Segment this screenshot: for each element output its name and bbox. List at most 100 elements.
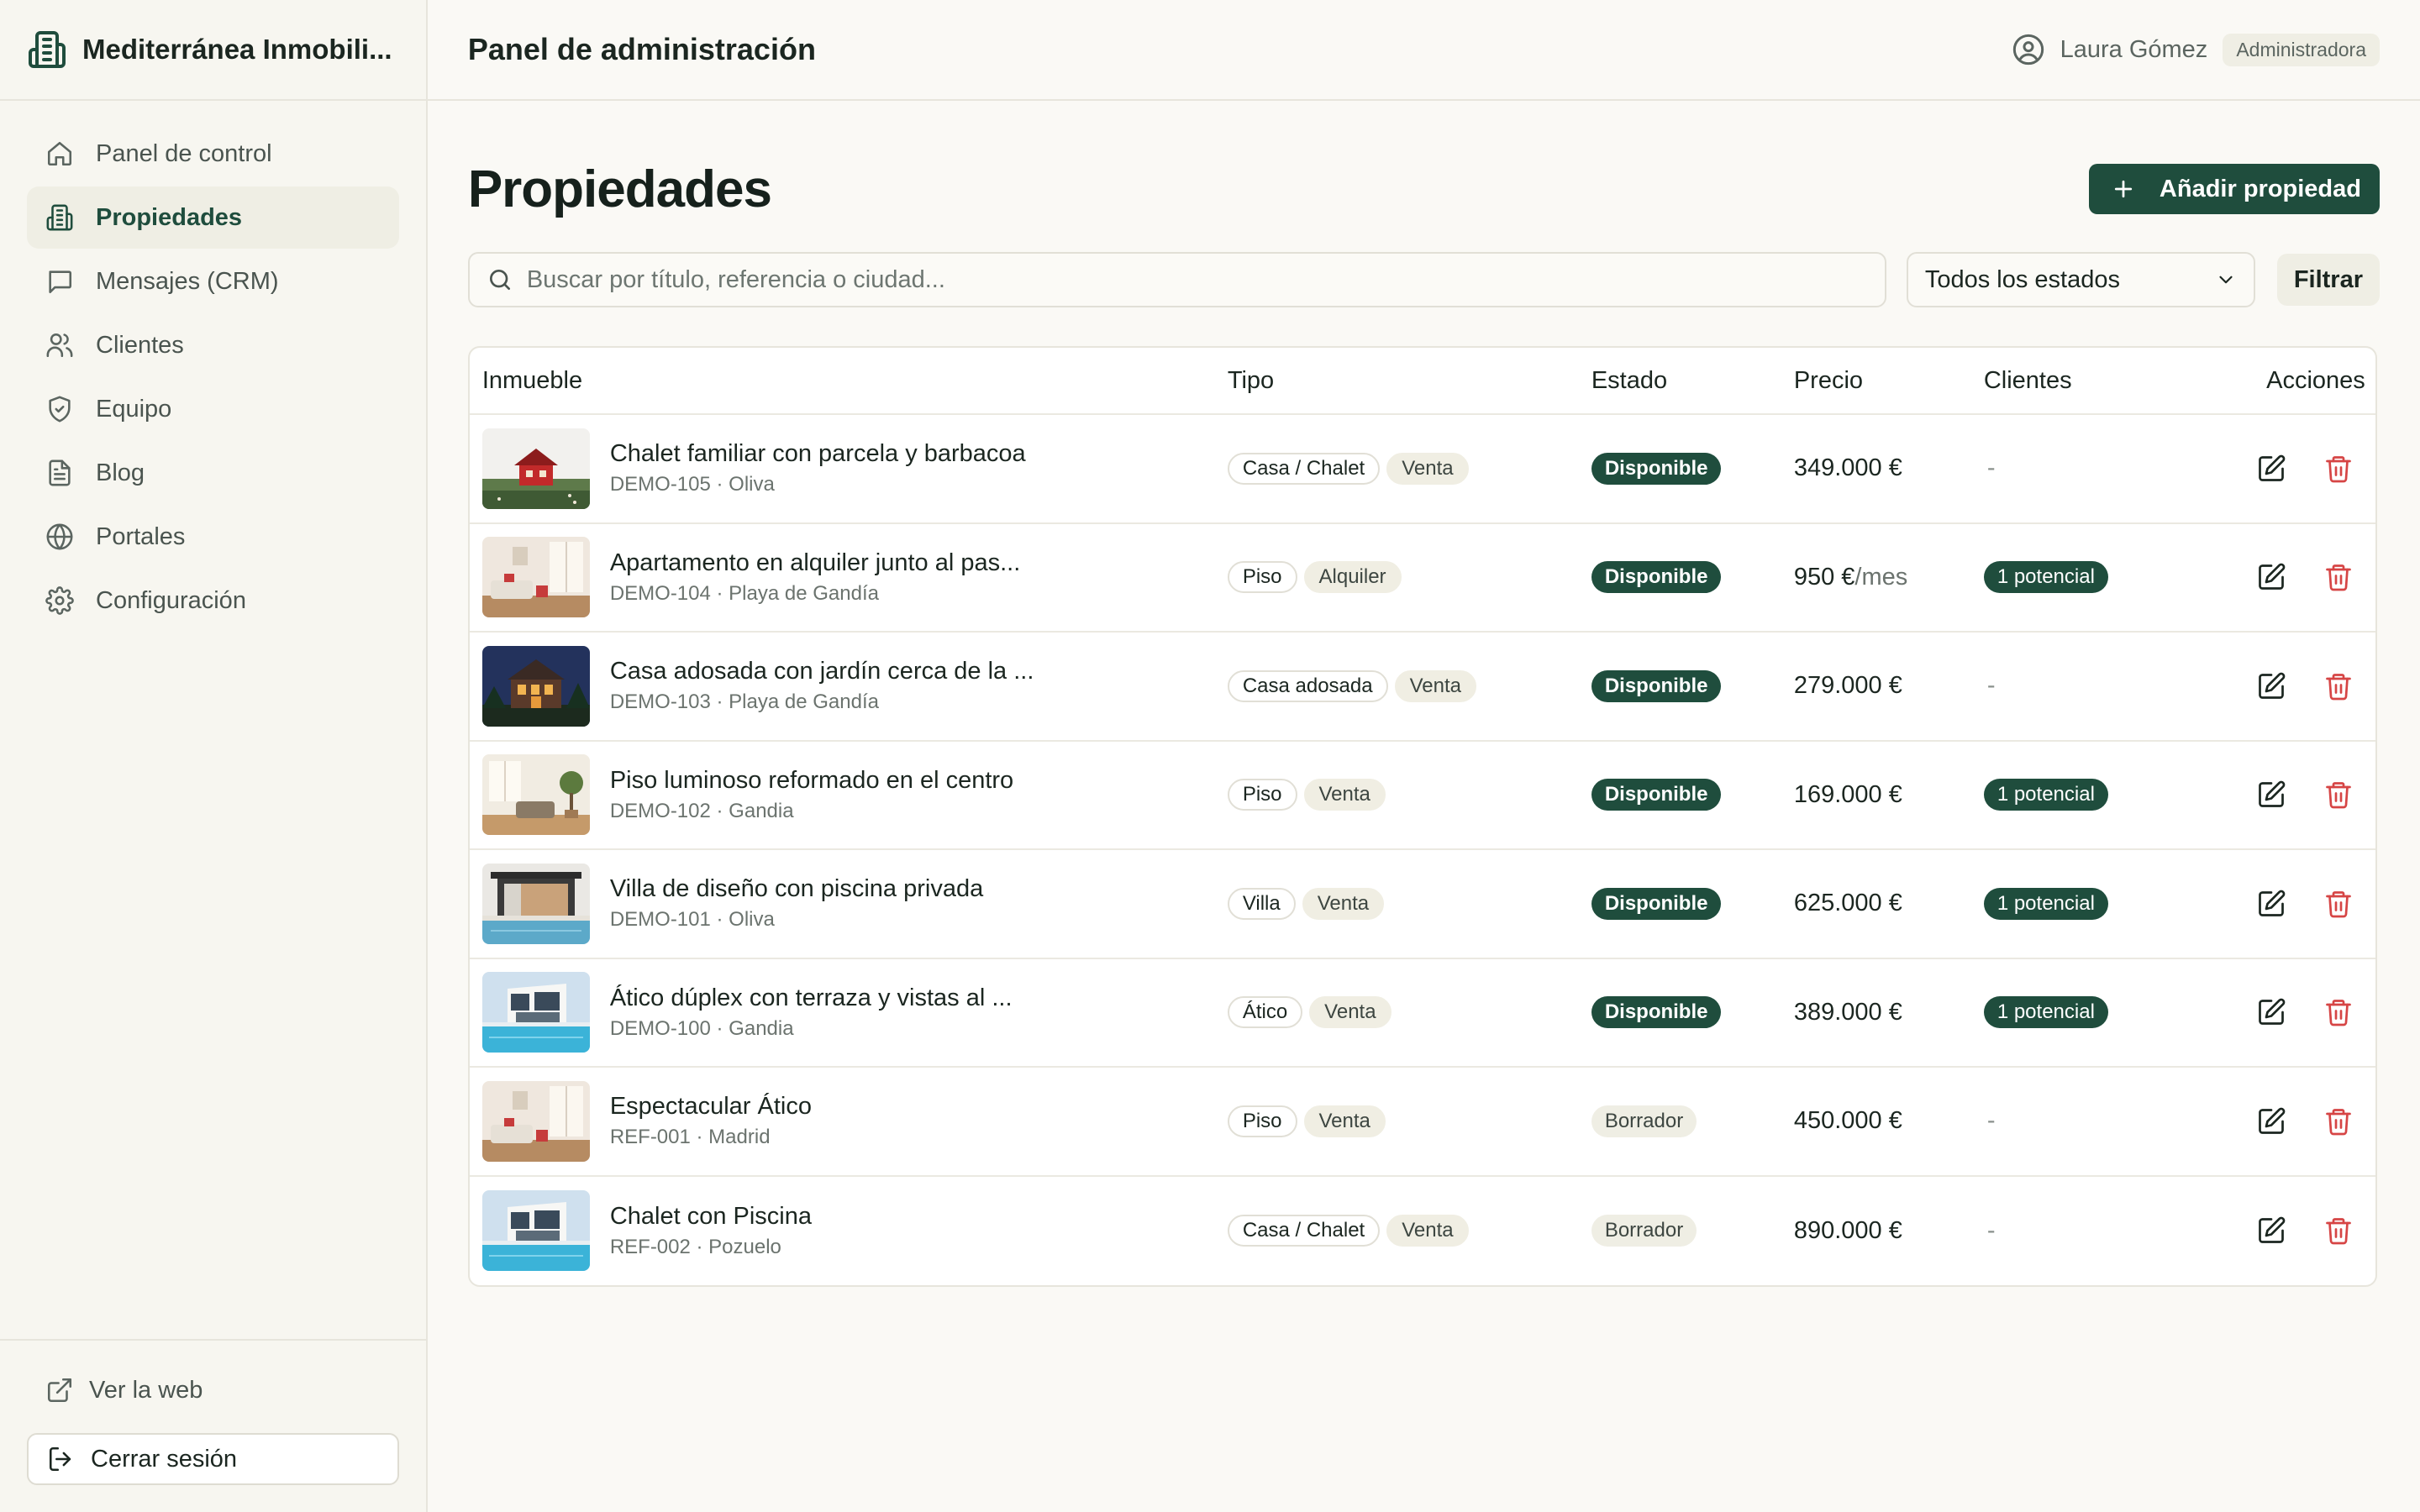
status-cell: Disponible bbox=[1591, 669, 1794, 702]
trash-icon[interactable] bbox=[2323, 454, 2354, 484]
table-row[interactable]: Casa adosada con jardín cerca de la ... D… bbox=[469, 633, 2375, 742]
property-title[interactable]: Espectacular Ático bbox=[610, 1093, 812, 1121]
edit-icon[interactable] bbox=[2256, 671, 2286, 701]
property-thumbnail[interactable] bbox=[481, 863, 590, 944]
user-menu[interactable]: Laura Gómez Administradora bbox=[2012, 33, 2380, 66]
property-thumbnail[interactable] bbox=[481, 645, 590, 727]
property-type-tag: Casa adosada bbox=[1227, 669, 1388, 702]
property-thumbnail[interactable] bbox=[481, 972, 590, 1053]
trash-icon[interactable] bbox=[2323, 780, 2354, 810]
price-cell: 169.000 € bbox=[1794, 781, 1984, 809]
property-title[interactable]: Piso luminoso reformado en el centro bbox=[610, 767, 1013, 795]
sidebar-item-label: Panel de control bbox=[96, 139, 272, 167]
trash-icon[interactable] bbox=[2323, 997, 2354, 1027]
property-thumbnail[interactable] bbox=[481, 1080, 590, 1162]
clients-empty: - bbox=[1986, 672, 1996, 700]
property-thumbnail[interactable] bbox=[481, 754, 590, 836]
column-header-price[interactable]: Precio bbox=[1794, 367, 1984, 395]
property-cell[interactable]: Villa de diseño con piscina privada DEMO-… bbox=[470, 863, 1228, 944]
trash-icon[interactable] bbox=[2323, 1106, 2354, 1137]
logout-button[interactable]: Cerrar sesión bbox=[27, 1433, 399, 1485]
table-row[interactable]: Ático dúplex con terraza y vistas al ...… bbox=[469, 959, 2375, 1068]
edit-icon[interactable] bbox=[2256, 997, 2286, 1027]
table-row[interactable]: Piso luminoso reformado en el centro DEMO… bbox=[469, 742, 2375, 850]
column-header-status[interactable]: Estado bbox=[1591, 367, 1794, 395]
property-title[interactable]: Apartamento en alquiler junto al pas... bbox=[610, 549, 1020, 577]
sidebar-item-team[interactable]: Equipo bbox=[27, 378, 399, 440]
actions-cell bbox=[2241, 889, 2375, 919]
property-reference: DEMO-104 · Playa de Gandía bbox=[609, 581, 879, 605]
edit-icon[interactable] bbox=[2256, 562, 2286, 592]
search-icon bbox=[487, 266, 513, 293]
property-title[interactable]: Villa de diseño con piscina privada bbox=[610, 875, 983, 903]
property-info: Apartamento en alquiler junto al pas... D… bbox=[610, 549, 1020, 606]
operation-tag: Venta bbox=[1302, 887, 1385, 920]
sidebar-item-properties[interactable]: Propiedades bbox=[27, 186, 399, 249]
trash-icon[interactable] bbox=[2323, 671, 2354, 701]
actions-cell bbox=[2241, 780, 2375, 810]
property-cell[interactable]: Ático dúplex con terraza y vistas al ...… bbox=[470, 972, 1228, 1053]
shield-icon bbox=[45, 395, 74, 423]
price-cell: 389.000 € bbox=[1794, 999, 1984, 1026]
search-input[interactable] bbox=[526, 265, 1885, 294]
trash-icon[interactable] bbox=[2323, 562, 2354, 592]
search-box bbox=[467, 252, 1886, 307]
sidebar-item-blog[interactable]: Blog bbox=[27, 442, 399, 504]
property-cell[interactable]: Espectacular Ático REF-001 · Madrid bbox=[470, 1080, 1228, 1162]
brand[interactable]: Mediterránea Inmobili... bbox=[0, 0, 426, 101]
type-cell: Villa Venta bbox=[1227, 887, 1591, 920]
property-reference: DEMO-102 · Gandia bbox=[609, 799, 794, 822]
table-row[interactable]: Apartamento en alquiler junto al pas... D… bbox=[469, 524, 2375, 633]
clients-cell: 1 potencial bbox=[1983, 996, 2241, 1029]
sidebar-item-label: Blog bbox=[96, 459, 145, 486]
property-cell[interactable]: Chalet familiar con parcela y barbacoa DE… bbox=[470, 428, 1228, 509]
property-thumbnail[interactable] bbox=[481, 428, 590, 509]
property-cell[interactable]: Chalet con Piscina REF-002 · Pozuelo bbox=[470, 1190, 1228, 1272]
property-cell[interactable]: Apartamento en alquiler junto al pas... D… bbox=[470, 537, 1228, 618]
status-cell: Disponible bbox=[1591, 561, 1794, 594]
add-property-button[interactable]: Añadir propiedad bbox=[2088, 164, 2380, 214]
column-header-type[interactable]: Tipo bbox=[1228, 367, 1591, 395]
edit-icon[interactable] bbox=[2256, 1106, 2286, 1137]
property-title[interactable]: Ático dúplex con terraza y vistas al ... bbox=[610, 984, 1013, 1012]
property-title[interactable]: Chalet familiar con parcela y barbacoa bbox=[610, 440, 1026, 468]
filter-button[interactable]: Filtrar bbox=[2276, 254, 2380, 306]
sidebar-item-settings[interactable]: Configuración bbox=[27, 570, 399, 632]
status-select[interactable]: Todos los estados bbox=[1906, 252, 2255, 307]
sidebar-item-messages[interactable]: Mensajes (CRM) bbox=[27, 250, 399, 312]
trash-icon[interactable] bbox=[2323, 889, 2354, 919]
view-site-link[interactable]: Ver la web bbox=[27, 1364, 399, 1416]
operation-tag: Venta bbox=[1394, 669, 1476, 702]
edit-icon[interactable] bbox=[2256, 780, 2286, 810]
users-icon bbox=[45, 331, 74, 360]
status-badge: Disponible bbox=[1591, 561, 1722, 594]
table-row[interactable]: Espectacular Ático REF-001 · Madrid Piso Ve… bbox=[469, 1068, 2375, 1177]
status-cell: Borrador bbox=[1591, 1215, 1794, 1247]
property-thumbnail[interactable] bbox=[481, 537, 590, 618]
price-cell: 625.000 € bbox=[1794, 890, 1984, 917]
sidebar-item-portals[interactable]: Portales bbox=[27, 506, 399, 568]
table-row[interactable]: Villa de diseño con piscina privada DEMO-… bbox=[469, 850, 2375, 959]
clients-cell: - bbox=[1984, 1107, 2241, 1135]
property-cell[interactable]: Casa adosada con jardín cerca de la ... D… bbox=[470, 645, 1228, 727]
property-title[interactable]: Casa adosada con jardín cerca de la ... bbox=[610, 658, 1034, 685]
column-header-clients[interactable]: Clientes bbox=[1984, 367, 2241, 395]
price-cell: 450.000 € bbox=[1794, 1107, 1984, 1135]
sidebar-item-dashboard[interactable]: Panel de control bbox=[27, 123, 399, 185]
property-info: Espectacular Ático REF-001 · Madrid bbox=[610, 1093, 812, 1149]
status-cell: Disponible bbox=[1591, 887, 1794, 920]
property-cell[interactable]: Piso luminoso reformado en el centro DEMO… bbox=[470, 754, 1228, 836]
property-thumbnail[interactable] bbox=[481, 1190, 590, 1272]
edit-icon[interactable] bbox=[2256, 454, 2286, 484]
column-header-property[interactable]: Inmueble bbox=[470, 367, 1228, 395]
property-title[interactable]: Chalet con Piscina bbox=[610, 1203, 812, 1231]
trash-icon[interactable] bbox=[2323, 1215, 2354, 1246]
table-row[interactable]: Chalet con Piscina REF-002 · Pozuelo Casa … bbox=[470, 1177, 2375, 1286]
edit-icon[interactable] bbox=[2256, 1215, 2286, 1246]
clients-empty: - bbox=[1986, 1107, 1996, 1135]
property-reference: REF-001 · Madrid bbox=[609, 1126, 771, 1149]
edit-icon[interactable] bbox=[2256, 889, 2286, 919]
sidebar-item-clients[interactable]: Clientes bbox=[27, 314, 399, 376]
status-badge: Borrador bbox=[1591, 1105, 1697, 1137]
table-row[interactable]: Chalet familiar con parcela y barbacoa DE… bbox=[469, 415, 2375, 524]
